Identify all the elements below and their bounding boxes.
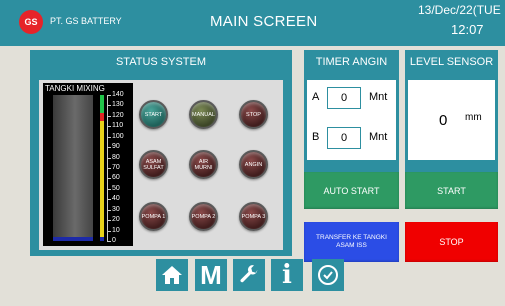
scale-label: 110 [112, 122, 124, 130]
pompa-2-label: POMPA 2 [191, 213, 216, 220]
scale-label: 30 [112, 205, 120, 213]
level-zone-yellow [100, 121, 104, 237]
level-sensor-body: 0 mm [408, 80, 495, 160]
asam-sulfat-button[interactable]: ASAM SULFAT [139, 150, 168, 179]
level-sensor-value: 0 [439, 112, 448, 129]
scale-tick [107, 199, 111, 201]
status-system-title: STATUS SYSTEM [115, 56, 207, 68]
scale-tick [107, 188, 111, 190]
scale-label: 120 [112, 111, 124, 119]
level-zone-blue [100, 237, 104, 241]
manual-indicator-label: MANUAL [192, 111, 215, 118]
scale-label: 40 [112, 195, 120, 203]
timer-a-label: A [312, 91, 320, 103]
timer-angin-title: TIMER ANGIN [315, 56, 388, 68]
scale-label: 70 [112, 164, 120, 171]
scale-tick [107, 105, 111, 107]
tank-body [53, 95, 93, 241]
scale-tick [107, 220, 111, 222]
air-murni-button[interactable]: AIR MURNI [189, 150, 218, 179]
info-button[interactable]: i [271, 259, 303, 291]
tank-mixing-gauge: TANGKI MIXING 140 130 120 110 100 90 80 70 60 50 4… [43, 83, 133, 246]
start-indicator-label: START [144, 111, 163, 118]
settings-button[interactable] [233, 259, 265, 291]
stop-button[interactable]: STOP [405, 222, 498, 262]
manual-indicator-button[interactable]: MANUAL [189, 100, 218, 129]
tank-fill-level [53, 236, 93, 241]
scale-tick [107, 136, 111, 138]
asam-sulfat-label: ASAM SULFAT [143, 158, 164, 171]
scale-tick [107, 157, 111, 159]
scale-tick [107, 241, 111, 242]
m-icon: M [200, 259, 222, 290]
start-button[interactable]: START [405, 172, 498, 209]
air-murni-label: AIR MURNI [194, 158, 213, 171]
timer-b-unit: Mnt [369, 131, 388, 143]
timer-b-label: B [312, 131, 320, 143]
wrench-icon [240, 265, 258, 283]
scale-label: 130 [112, 101, 124, 109]
level-zone-red [100, 113, 104, 121]
scale-label: 50 [112, 184, 120, 192]
company-name: PT. GS BATTERY [50, 16, 122, 26]
date-display: 13/Dec/22(TUE [418, 3, 501, 17]
status-system-body: TANGKI MIXING 140 130 120 110 100 90 80 70 60 50 4… [39, 80, 283, 250]
scale-label: 60 [112, 174, 120, 182]
header-bar: GS PT. GS BATTERY MAIN SCREEN 13/Dec/22(… [0, 0, 505, 46]
pompa-3-button[interactable]: POMPA 3 [239, 202, 268, 231]
scale-tick [107, 209, 111, 211]
time-display: 12:07 [451, 22, 484, 37]
angin-label: ANGIN [244, 161, 263, 168]
tank-label: TANGKI MIXING [45, 84, 105, 93]
scale-tick [107, 95, 111, 96]
scale-label: 80 [112, 153, 120, 161]
scale-label: 10 [112, 226, 120, 234]
scale-tick [107, 178, 111, 180]
level-sensor-panel: LEVEL SENSOR 0 mm [405, 50, 498, 190]
timer-a-unit: Mnt [369, 91, 388, 103]
level-sensor-unit: mm [465, 112, 482, 123]
auto-start-label: AUTO START [323, 185, 380, 196]
home-icon [162, 266, 182, 284]
stop-label: STOP [439, 237, 464, 247]
home-button[interactable] [156, 259, 188, 291]
pompa-1-button[interactable]: POMPA 1 [139, 202, 168, 231]
timer-angin-panel: TIMER ANGIN A 0 Mnt B 0 Mnt [304, 50, 399, 190]
transfer-label: TRANSFER KE TANGKI ASAM ISS [316, 234, 387, 249]
scale-label: 100 [112, 132, 124, 140]
timer-angin-body: A 0 Mnt B 0 Mnt [307, 80, 396, 160]
time-button[interactable] [312, 259, 344, 291]
scale-label: 90 [112, 143, 120, 151]
page-title: MAIN SCREEN [210, 13, 318, 30]
pompa-1-label: POMPA 1 [141, 213, 166, 220]
start-label: START [437, 185, 466, 196]
timer-b-value: 0 [340, 132, 348, 144]
scale-label: 0 [112, 237, 116, 244]
scale-tick [107, 147, 111, 149]
level-sensor-title: LEVEL SENSOR [409, 56, 494, 68]
timer-a-input[interactable]: 0 [327, 87, 361, 109]
gs-logo: GS [19, 10, 43, 34]
timer-a-value: 0 [340, 92, 348, 104]
menu-m-button[interactable]: M [195, 259, 227, 291]
start-indicator-button[interactable]: START [139, 100, 168, 129]
scale-tick [107, 168, 111, 169]
scale-label: 20 [112, 216, 120, 224]
level-zone-green [100, 95, 104, 113]
status-system-panel: STATUS SYSTEM TANGKI MIXING 140 130 120 110… [30, 50, 292, 256]
scale-tick [107, 230, 111, 232]
angin-button[interactable]: ANGIN [239, 150, 268, 179]
pompa-3-label: POMPA 3 [241, 213, 266, 220]
scale-label: 140 [112, 91, 124, 98]
transfer-button[interactable]: TRANSFER KE TANGKI ASAM ISS [304, 222, 399, 262]
clock-icon [318, 265, 338, 285]
info-icon: i [282, 260, 292, 290]
stop-indicator-label: STOP [246, 111, 261, 118]
stop-indicator-button[interactable]: STOP [239, 100, 268, 129]
auto-start-button[interactable]: AUTO START [304, 172, 399, 209]
scale-tick [107, 126, 111, 128]
scale-tick [107, 115, 111, 117]
timer-b-input[interactable]: 0 [327, 127, 361, 149]
pompa-2-button[interactable]: POMPA 2 [189, 202, 218, 231]
